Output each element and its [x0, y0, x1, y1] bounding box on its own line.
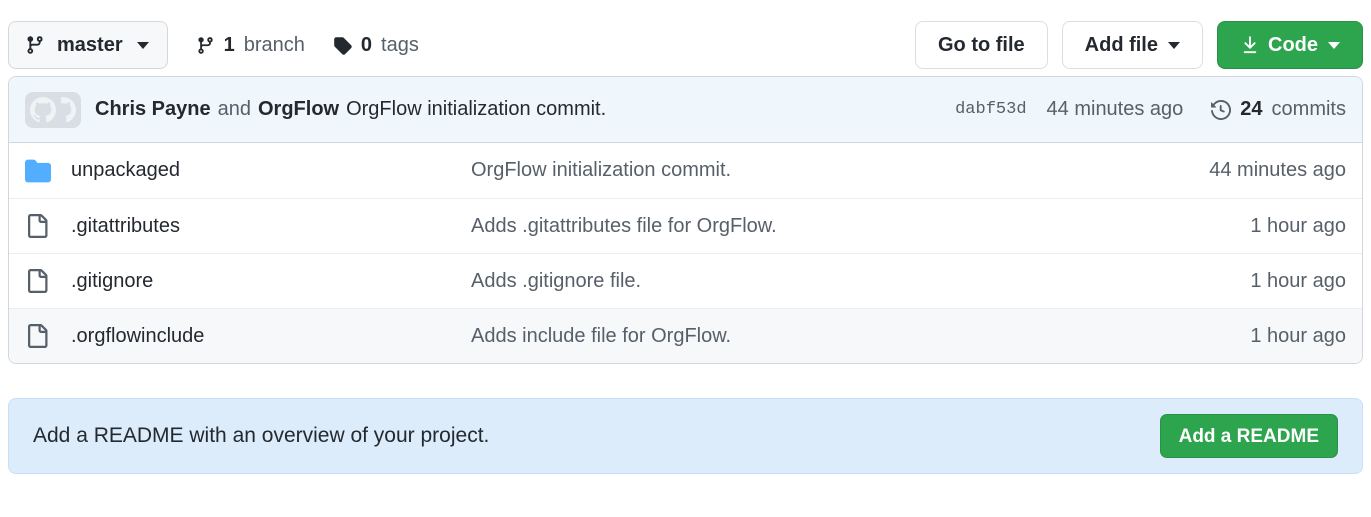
repository-file-browser: master 1 branch 0 tags Go to file Add fi…: [0, 0, 1371, 517]
file-list-container: Chris Payne and OrgFlow OrgFlow initiali…: [8, 76, 1363, 364]
add-file-button[interactable]: Add file: [1061, 21, 1203, 69]
table-row[interactable]: unpackaged OrgFlow initialization commit…: [9, 143, 1362, 198]
file-commit-message[interactable]: Adds .gitignore file.: [471, 270, 1250, 293]
commit-coauthor[interactable]: OrgFlow: [258, 98, 339, 121]
repo-refs-summary: 1 branch 0 tags: [196, 34, 419, 57]
commit-sha[interactable]: dabf53d: [955, 100, 1026, 119]
latest-commit-bar: Chris Payne and OrgFlow OrgFlow initiali…: [9, 77, 1362, 143]
folder-icon: [25, 158, 71, 184]
table-row[interactable]: .gitattributes Adds .gitattributes file …: [9, 198, 1362, 253]
commits-count: 24: [1240, 98, 1263, 120]
branch-count-label: branch: [243, 33, 305, 56]
readme-prompt-banner: Add a README with an overview of your pr…: [8, 398, 1363, 474]
chevron-down-icon: [136, 41, 149, 49]
avatar-stack: [25, 90, 81, 130]
download-icon: [1240, 35, 1260, 55]
chevron-down-icon: [1168, 41, 1180, 49]
commit-history-link[interactable]: 24 commits: [1211, 98, 1346, 121]
file-name[interactable]: .gitignore: [71, 270, 471, 293]
tag-count-label: tags: [381, 33, 419, 56]
add-file-label: Add file: [1084, 34, 1158, 56]
chevron-down-icon: [1328, 41, 1340, 49]
table-row[interactable]: .gitignore Adds .gitignore file. 1 hour …: [9, 253, 1362, 308]
file-age: 1 hour ago: [1250, 324, 1346, 347]
branch-count-value: 1: [223, 33, 235, 56]
file-commit-message[interactable]: Adds include file for OrgFlow.: [471, 325, 1250, 348]
octocat-avatar[interactable]: [25, 91, 61, 128]
file-icon: [25, 324, 71, 348]
tag-icon: [333, 36, 352, 55]
tag-count-value: 0: [360, 33, 373, 56]
git-branch-icon: [25, 35, 45, 55]
file-name[interactable]: unpackaged: [71, 159, 471, 182]
commit-meta: dabf53d 44 minutes ago 24 commits: [955, 98, 1346, 121]
file-age: 1 hour ago: [1250, 269, 1346, 292]
commit-relative-time: 44 minutes ago: [1046, 98, 1184, 120]
git-branch-icon: [196, 36, 215, 55]
history-icon: [1211, 99, 1232, 120]
file-icon: [25, 269, 71, 293]
code-button-label: Code: [1268, 34, 1318, 56]
file-age: 44 minutes ago: [1209, 159, 1346, 181]
commit-message[interactable]: OrgFlow initialization commit.: [346, 98, 606, 121]
readme-prompt-text: Add a README with an overview of your pr…: [33, 424, 490, 447]
branch-selector-button[interactable]: master: [8, 21, 168, 69]
repo-toolbar: master 1 branch 0 tags Go to file Add fi…: [8, 0, 1363, 76]
file-age: 1 hour ago: [1250, 214, 1346, 237]
file-icon: [25, 214, 71, 238]
file-name[interactable]: .gitattributes: [71, 215, 471, 238]
branch-selector-label: master: [57, 34, 123, 56]
file-rows: unpackaged OrgFlow initialization commit…: [9, 143, 1362, 363]
commit-author[interactable]: Chris Payne: [95, 98, 211, 121]
file-name[interactable]: .orgflowinclude: [71, 325, 471, 348]
commit-summary: Chris Payne and OrgFlow OrgFlow initiali…: [95, 98, 606, 121]
commit-author-conjunction: and: [217, 98, 251, 120]
branch-count-link[interactable]: 1 branch: [196, 34, 305, 57]
tag-count-link[interactable]: 0 tags: [333, 34, 419, 57]
code-button[interactable]: Code: [1217, 21, 1363, 69]
file-commit-message[interactable]: OrgFlow initialization commit.: [471, 159, 1209, 182]
add-readme-button[interactable]: Add a README: [1159, 414, 1338, 458]
go-to-file-button[interactable]: Go to file: [914, 21, 1048, 69]
commits-label: commits: [1271, 98, 1346, 120]
file-commit-message[interactable]: Adds .gitattributes file for OrgFlow.: [471, 215, 1250, 238]
table-row[interactable]: .orgflowinclude Adds include file for Or…: [9, 308, 1362, 363]
